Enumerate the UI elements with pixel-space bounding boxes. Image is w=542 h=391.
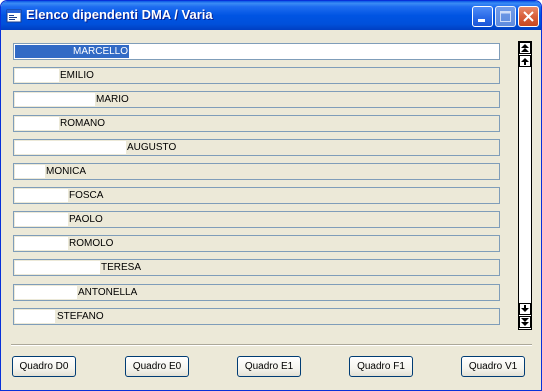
list-item[interactable]: PAOLO: [13, 211, 500, 228]
list-item[interactable]: TERESA: [13, 259, 500, 276]
maximize-button[interactable]: [495, 6, 516, 27]
list-item-label: ROMOLO: [69, 238, 114, 249]
list-item[interactable]: ROMANO: [13, 115, 500, 132]
list-item-label: TERESA: [101, 262, 142, 273]
list-item-label: MONICA: [46, 166, 86, 177]
list-item-label: ROMANO: [60, 118, 105, 129]
list-item[interactable]: FOSCA: [13, 187, 500, 204]
list-item[interactable]: MARCELLO: [13, 43, 500, 60]
quadro-e1-button[interactable]: Quadro E1: [237, 356, 301, 377]
scroll-to-top-icon: [521, 44, 529, 52]
list-item-label: EMILIO: [60, 70, 94, 81]
scroll-to-bottom-button[interactable]: [519, 316, 531, 328]
list-item-label: PAOLO: [69, 214, 103, 225]
scroll-down-button[interactable]: [519, 303, 531, 315]
list-item[interactable]: EMILIO: [13, 67, 500, 84]
scroll-down-icon: [521, 305, 529, 312]
quadro-e0-button[interactable]: Quadro E0: [125, 356, 189, 377]
list-item-label: AUGUSTO: [127, 142, 177, 153]
maximize-icon: [500, 11, 511, 22]
quadro-d0-button[interactable]: Quadro D0: [12, 356, 76, 377]
dipendenti-window: Elenco dipendenti DMA / Varia MARCELLO E…: [0, 0, 542, 391]
list-item-label: MARCELLO: [72, 45, 130, 58]
window-title: Elenco dipendenti DMA / Varia: [26, 7, 213, 22]
scroll-to-bottom-icon: [521, 318, 529, 326]
list-item-label: STEFANO: [57, 311, 104, 322]
list-item[interactable]: MONICA: [13, 163, 500, 180]
scroll-up-button[interactable]: [519, 55, 531, 67]
list-item[interactable]: MARIO: [13, 91, 500, 108]
title-bar[interactable]: Elenco dipendenti DMA / Varia: [1, 1, 541, 30]
list-item-label: ANTONELLA: [78, 287, 138, 298]
quadro-f1-button[interactable]: Quadro F1: [349, 356, 413, 377]
list-scrollbar[interactable]: [518, 41, 532, 330]
list-item-label: MARIO: [96, 94, 129, 105]
app-window-icon[interactable]: [6, 8, 22, 24]
minimize-button[interactable]: [472, 6, 493, 27]
list-item[interactable]: ANTONELLA: [13, 284, 500, 301]
list-item-label: FOSCA: [69, 190, 104, 201]
scroll-up-icon: [521, 58, 529, 65]
list-item[interactable]: ROMOLO: [13, 235, 500, 252]
scroll-to-top-button[interactable]: [519, 42, 531, 54]
close-button[interactable]: [518, 6, 539, 27]
quadro-v1-button[interactable]: Quadro V1: [461, 356, 525, 377]
minimize-icon: [478, 19, 485, 22]
list-item[interactable]: STEFANO: [13, 308, 500, 325]
footer-divider: [11, 344, 532, 346]
close-icon: [523, 11, 534, 22]
list-item[interactable]: AUGUSTO: [13, 139, 500, 156]
